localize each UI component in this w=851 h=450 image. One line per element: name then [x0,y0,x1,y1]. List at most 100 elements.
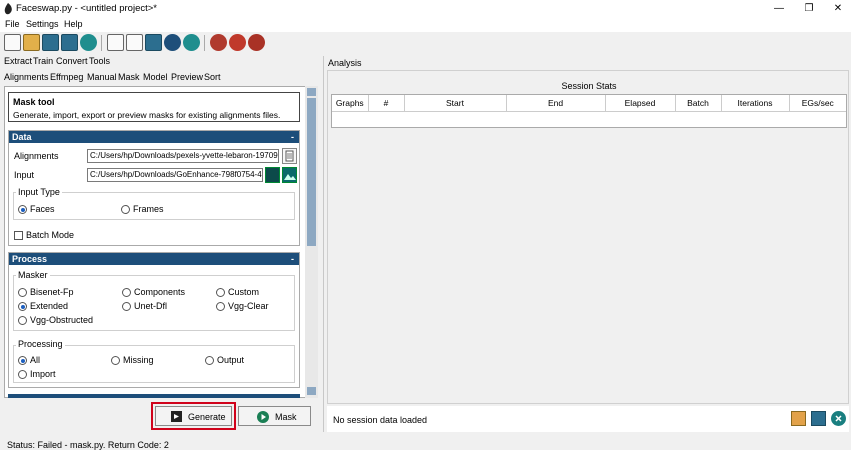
new-project-icon[interactable] [4,34,21,51]
reload-icon[interactable] [80,34,97,51]
patreon-icon[interactable] [210,34,227,51]
col-start[interactable]: Start [404,95,507,112]
execute-icon [171,411,182,422]
options-scrollbar[interactable] [305,86,318,398]
tab-preview[interactable]: Preview [171,72,203,82]
reload-task-icon[interactable] [183,34,200,51]
missing-radio[interactable] [111,356,120,365]
scroll-up-arrow[interactable] [307,88,316,96]
tool-description: Generate, import, export or preview mask… [13,110,281,120]
discord-icon[interactable] [229,34,246,51]
app-icon [4,3,12,15]
components-radio[interactable] [122,288,131,297]
next-section-header [8,394,300,398]
tab-analysis[interactable]: Analysis [328,58,362,68]
maximize-button[interactable]: ❐ [799,3,819,14]
frames-radio[interactable] [121,205,130,214]
window-title: Faceswap.py - <untitled project>* [16,3,157,14]
output-label: Output [217,355,245,365]
save-task-icon[interactable] [145,34,162,51]
output-radio[interactable] [205,356,214,365]
missing-label: Missing [123,355,154,365]
pane-divider[interactable] [323,56,324,432]
tab-extract[interactable]: Extract [4,56,32,66]
col-number[interactable]: # [368,95,405,112]
scroll-thumb[interactable] [307,98,316,246]
tab-tools[interactable]: Tools [89,56,110,66]
mask-label: Mask [275,412,297,422]
batch-mode-checkbox[interactable] [14,231,23,240]
bisenet-fp-radio[interactable] [18,288,27,297]
load-session-icon[interactable] [791,411,806,426]
data-header[interactable]: Data - [9,131,299,143]
col-end[interactable]: End [506,95,606,112]
generate-label: Generate [188,412,226,422]
tab-mask[interactable]: Mask [118,72,140,82]
new-task-icon[interactable] [107,34,124,51]
github-icon[interactable] [248,34,265,51]
open-folder-icon[interactable] [23,34,40,51]
status-bar: Status: Failed - mask.py. Return Code: 2 [7,440,169,450]
tool-info-box: Mask tool Generate, import, export or pr… [8,92,300,122]
faces-radio[interactable] [18,205,27,214]
save-as-icon[interactable] [61,34,78,51]
minimize-button[interactable]: — [769,3,789,14]
faces-label: Faces [30,204,55,214]
generate-button[interactable]: Generate [155,406,232,426]
input-path-input[interactable]: C:/Users/hp/Downloads/GoEnhance-798f0754… [87,168,263,182]
mask-button[interactable]: Mask [238,406,311,426]
session-stats-table: Graphs # Start End Elapsed Batch Iterati… [331,94,847,128]
no-session-text: No session data loaded [333,415,428,425]
save-icon[interactable] [42,34,59,51]
import-label: Import [30,369,56,379]
batch-mode-label: Batch Mode [26,230,75,240]
alignments-input[interactable]: C:/Users/hp/Downloads/pexels-yvette-leba… [87,149,279,163]
tab-manual[interactable]: Manual [87,72,117,82]
menu-help[interactable]: Help [64,19,83,29]
process-header-label: Process [12,254,48,264]
custom-radio[interactable] [216,288,225,297]
processing-label: Processing [16,339,65,349]
close-window-button[interactable]: ✕ [828,3,848,14]
extended-radio[interactable] [18,302,27,311]
data-collapse-button[interactable]: - [291,131,294,143]
clear-icon[interactable] [164,34,181,51]
vgg-clear-radio[interactable] [216,302,225,311]
tab-sort[interactable]: Sort [204,72,221,82]
toolbar [0,32,851,54]
col-graphs[interactable]: Graphs [332,95,369,112]
all-label: All [30,355,41,365]
image-browse-icon[interactable] [282,167,297,183]
frames-label: Frames [133,204,164,214]
tab-alignments[interactable]: Alignments [4,72,49,82]
open-task-icon[interactable] [126,34,143,51]
unet-dfl-radio[interactable] [122,302,131,311]
tab-convert[interactable]: Convert [56,56,88,66]
col-batch[interactable]: Batch [675,95,722,112]
scroll-down-arrow[interactable] [307,387,316,395]
input-type-label: Input Type [16,187,62,197]
file-browse-icon[interactable] [282,148,297,164]
video-browse-icon[interactable] [265,167,280,183]
vgg-clear-label: Vgg-Clear [228,301,269,311]
all-radio[interactable] [18,356,27,365]
process-collapse-button[interactable]: - [291,253,294,265]
analysis-panel: Session Stats Graphs # Start End Elapsed… [327,70,849,404]
import-radio[interactable] [18,370,27,379]
tab-model[interactable]: Model [143,72,168,82]
tool-title: Mask tool [13,97,55,107]
menu-file[interactable]: File [5,19,20,29]
vgg-obstructed-radio[interactable] [18,316,27,325]
unet-dfl-label: Unet-Dfl [134,301,168,311]
clear-session-icon[interactable] [831,411,846,426]
save-session-icon[interactable] [811,411,826,426]
tab-effmpeg[interactable]: Effmpeg [50,72,83,82]
col-egs-sec[interactable]: EGs/sec [789,95,846,112]
col-elapsed[interactable]: Elapsed [605,95,676,112]
alignments-label: Alignments [14,151,59,161]
tab-train[interactable]: Train [33,56,53,66]
menu-settings[interactable]: Settings [26,19,59,29]
custom-label: Custom [228,287,260,297]
process-header[interactable]: Process - [9,253,299,265]
col-iterations[interactable]: Iterations [721,95,790,112]
